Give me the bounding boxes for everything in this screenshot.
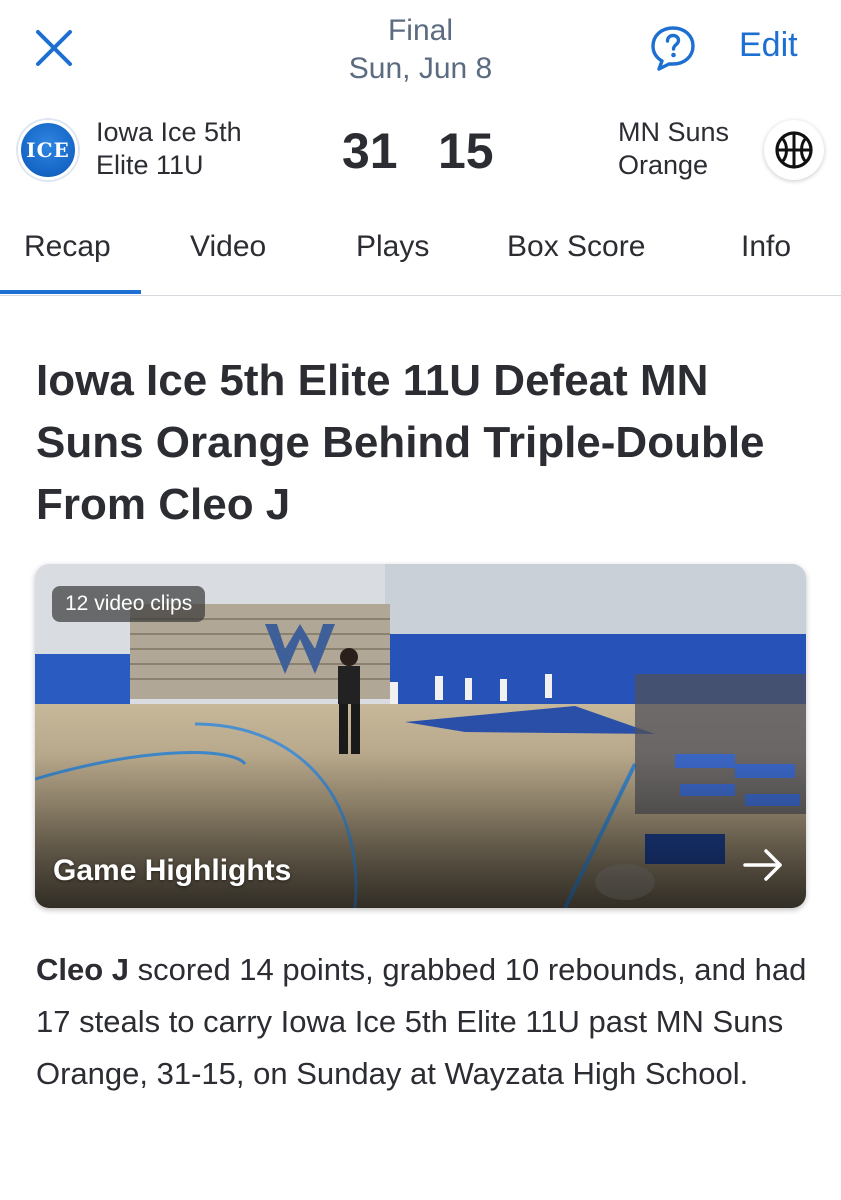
active-tab-indicator bbox=[0, 290, 141, 294]
tab-video[interactable]: Video bbox=[190, 230, 266, 264]
away-team-logo[interactable] bbox=[764, 120, 824, 180]
home-team-name-line1: Iowa Ice 5th bbox=[96, 117, 242, 147]
tab-info[interactable]: Info bbox=[741, 230, 791, 264]
game-status: Final Sun, Jun 8 bbox=[0, 12, 841, 88]
tab-box-score[interactable]: Box Score bbox=[507, 230, 645, 264]
game-highlights-card[interactable]: 12 video clips Game Highlights bbox=[35, 564, 806, 908]
home-team-logo[interactable]: ICE bbox=[18, 120, 78, 180]
edit-button[interactable]: Edit bbox=[739, 26, 798, 65]
arrow-right-icon bbox=[743, 849, 782, 881]
highlights-title: Game Highlights bbox=[53, 854, 292, 887]
home-score: 31 bbox=[342, 123, 398, 179]
game-summary: Cleo J scored 14 points, grabbed 10 rebo… bbox=[36, 944, 816, 1100]
help-button[interactable] bbox=[647, 22, 699, 74]
summary-player-name[interactable]: Cleo J bbox=[36, 952, 129, 987]
home-team-name-line2: Elite 11U bbox=[96, 150, 204, 180]
top-bar: Final Sun, Jun 8 Edit bbox=[0, 0, 841, 100]
basketball-icon bbox=[775, 131, 813, 169]
status-label: Final bbox=[387, 14, 454, 47]
tab-recap[interactable]: Recap bbox=[24, 230, 111, 264]
game-date: Sun, Jun 8 bbox=[348, 52, 493, 85]
home-team-name[interactable]: Iowa Ice 5th Elite 11U bbox=[96, 116, 296, 182]
away-team-name-line2: Orange bbox=[618, 150, 709, 180]
tab-plays[interactable]: Plays bbox=[356, 230, 429, 264]
video-clips-badge: 12 video clips bbox=[52, 586, 206, 622]
tab-bar: Recap Video Plays Box Score Info bbox=[0, 208, 841, 296]
away-score: 15 bbox=[438, 123, 494, 179]
away-team-name[interactable]: MN Suns Orange bbox=[618, 116, 748, 182]
scoreboard: ICE Iowa Ice 5th Elite 11U 31 15 MN Suns… bbox=[0, 112, 841, 192]
article-headline: Iowa Ice 5th Elite 11U Defeat MN Suns Or… bbox=[36, 356, 765, 529]
away-team-name-line1: MN Suns bbox=[618, 117, 730, 147]
home-logo-text: ICE bbox=[26, 138, 70, 162]
help-icon bbox=[651, 26, 695, 71]
summary-text: scored 14 points, grabbed 10 rebounds, a… bbox=[36, 952, 807, 1091]
